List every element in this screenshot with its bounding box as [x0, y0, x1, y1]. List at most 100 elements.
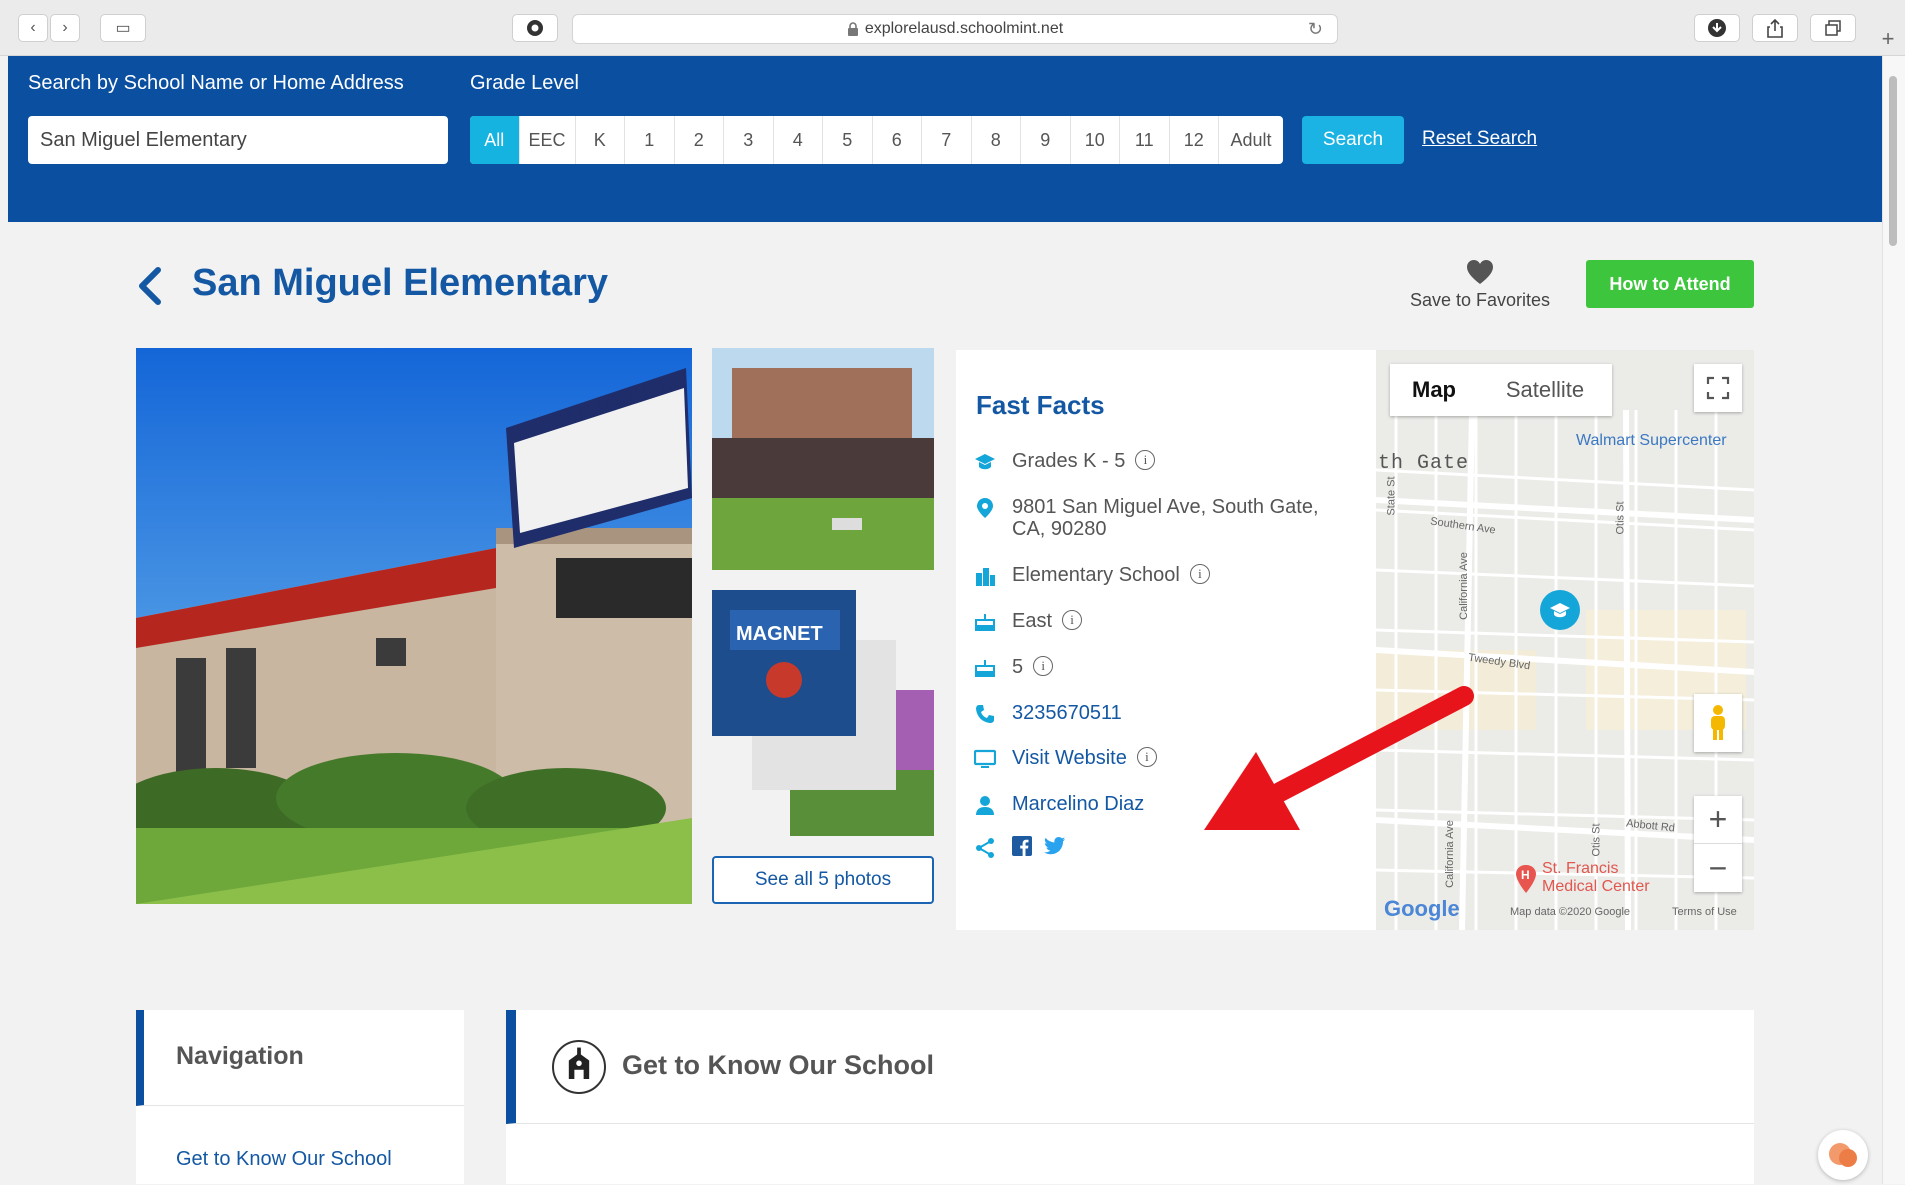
grade-level-label: Grade Level [470, 72, 579, 94]
save-to-favorites-button[interactable]: Save to Favorites [1390, 258, 1570, 311]
board-district-text: 5 [1012, 656, 1024, 678]
url-text: explorelausd.schoolmint.net [864, 20, 1064, 37]
grade-option-eec[interactable]: EEC [520, 116, 576, 164]
grade-option-6[interactable]: 6 [873, 116, 922, 164]
fast-facts-title: Fast Facts [976, 390, 1105, 420]
grade-option-12[interactable]: 12 [1170, 116, 1219, 164]
twitter-icon[interactable] [1044, 836, 1066, 856]
school-map-marker-icon[interactable] [1538, 588, 1582, 632]
grade-option-3[interactable]: 3 [724, 116, 774, 164]
monitor-icon [974, 749, 996, 768]
address-bar[interactable]: explorelausd.schoolmint.net ↻ [572, 14, 1338, 44]
fact-phone[interactable]: 3235670511 [974, 702, 1122, 725]
grade-option-10[interactable]: 10 [1071, 116, 1120, 164]
zoom-controls: + − [1694, 796, 1742, 892]
hospital-name-line-1: St. Francis [1542, 860, 1619, 877]
school-type-text: Elementary School [1012, 564, 1180, 586]
new-tab-icon[interactable]: + [1871, 26, 1905, 56]
grade-option-1[interactable]: 1 [625, 116, 675, 164]
search-input[interactable]: San Miguel Elementary [28, 116, 448, 164]
hospital-pin-icon: H [1516, 865, 1536, 893]
phone-link[interactable]: 3235670511 [1012, 702, 1122, 725]
photo-thumbnail-1[interactable] [712, 348, 934, 570]
share-icon[interactable] [974, 837, 996, 859]
forward-glyph: › [62, 19, 68, 36]
chat-widget-icon[interactable] [1818, 1130, 1868, 1180]
grade-option-2[interactable]: 2 [675, 116, 724, 164]
graduation-cap-icon [975, 454, 995, 470]
google-logo: Google [1384, 896, 1460, 921]
satellite-tab[interactable]: Satellite [1478, 364, 1612, 416]
fact-address: 9801 San Miguel Ave, South Gate, CA, 902… [974, 496, 1319, 540]
map-label-city: th Gate [1378, 452, 1470, 475]
fact-school-type: Elementary School i [974, 564, 1210, 587]
schoolhouse-icon [552, 1040, 606, 1094]
visit-website-link[interactable]: Visit Website [1012, 747, 1127, 770]
reload-icon[interactable]: ↻ [1308, 19, 1323, 40]
fact-principal[interactable]: Marcelino Diaz [974, 793, 1144, 816]
tabs-overview-icon[interactable] [1810, 14, 1856, 42]
info-icon[interactable]: i [1136, 747, 1157, 767]
info-icon[interactable]: i [1062, 610, 1083, 630]
map-label-hospital: St. Francis Medical Center [1542, 860, 1650, 896]
fact-social [974, 836, 1066, 859]
download-icon[interactable] [1694, 14, 1740, 42]
grade-option-adult[interactable]: Adult [1219, 116, 1283, 164]
map-tab[interactable]: Map [1390, 364, 1478, 416]
heart-icon [1467, 260, 1493, 284]
back-glyph: ‹ [30, 19, 36, 36]
forward-arrow-icon[interactable]: › [50, 14, 80, 42]
map-label-walmart: Walmart Supercenter [1576, 432, 1727, 449]
photo-thumbnail-stack[interactable]: MAGNET [712, 590, 934, 836]
grade-option-all[interactable]: All [470, 116, 520, 164]
address-line-1: 9801 San Miguel Ave, South Gate, [1012, 496, 1319, 518]
back-arrow-icon[interactable]: ‹ [18, 14, 48, 42]
info-icon[interactable]: i [1135, 450, 1156, 470]
zoom-out-button[interactable]: − [1694, 844, 1742, 892]
map-terms-link[interactable]: Terms of Use [1672, 906, 1737, 918]
see-all-photos-button[interactable]: See all 5 photos [712, 856, 934, 904]
principal-link[interactable]: Marcelino Diaz [1012, 793, 1144, 816]
grade-option-k[interactable]: K [576, 116, 625, 164]
grade-option-11[interactable]: 11 [1120, 116, 1170, 164]
info-icon[interactable]: i [1189, 564, 1210, 584]
region-text: East [1012, 610, 1053, 632]
fullscreen-icon[interactable] [1694, 364, 1742, 412]
phone-icon [976, 705, 994, 723]
fact-website[interactable]: Visit Website i [974, 747, 1157, 770]
grade-option-5[interactable]: 5 [823, 116, 873, 164]
grade-option-7[interactable]: 7 [922, 116, 972, 164]
facebook-icon[interactable] [1012, 836, 1032, 856]
scrollbar-thumb[interactable] [1889, 76, 1897, 246]
district-icon [975, 614, 995, 631]
navigation-panel: Navigation Get to Know Our School [136, 1010, 464, 1184]
page-scrollbar[interactable] [1882, 56, 1905, 1184]
map-label-state: State St [1385, 476, 1398, 516]
privacy-report-icon[interactable] [512, 14, 558, 42]
main-school-photo[interactable]: SAN MIGUEL [136, 348, 692, 904]
sidebar-toggle-icon[interactable]: ▭ [100, 14, 146, 42]
search-button[interactable]: Search [1302, 116, 1404, 164]
grade-option-8[interactable]: 8 [972, 116, 1021, 164]
annotation-arrow [1204, 686, 1474, 830]
back-chevron-icon[interactable] [132, 264, 168, 308]
share-icon[interactable] [1752, 14, 1798, 42]
fact-board-district: 5 i [974, 656, 1054, 679]
grade-filter: All EEC K 1 2 3 4 5 6 7 8 9 10 11 12 Adu… [470, 116, 1283, 164]
grade-option-9[interactable]: 9 [1021, 116, 1071, 164]
reset-search-link[interactable]: Reset Search [1422, 128, 1537, 150]
search-header: Search by School Name or Home Address Gr… [8, 56, 1882, 222]
nav-item-get-to-know[interactable]: Get to Know Our School [176, 1148, 392, 1171]
hospital-name-line-2: Medical Center [1542, 878, 1650, 895]
info-icon[interactable]: i [1033, 656, 1054, 676]
svg-text:MAGNET: MAGNET [736, 623, 823, 645]
pegman-street-view-icon[interactable] [1694, 694, 1742, 752]
building-icon [976, 568, 995, 586]
fact-region: East i [974, 610, 1083, 633]
zoom-in-button[interactable]: + [1694, 796, 1742, 844]
section-header: Get to Know Our School [506, 1010, 1754, 1124]
grade-option-4[interactable]: 4 [774, 116, 823, 164]
how-to-attend-button[interactable]: How to Attend [1586, 260, 1754, 308]
search-label: Search by School Name or Home Address [28, 72, 404, 94]
address-line-2: CA, 90280 [1012, 518, 1107, 540]
